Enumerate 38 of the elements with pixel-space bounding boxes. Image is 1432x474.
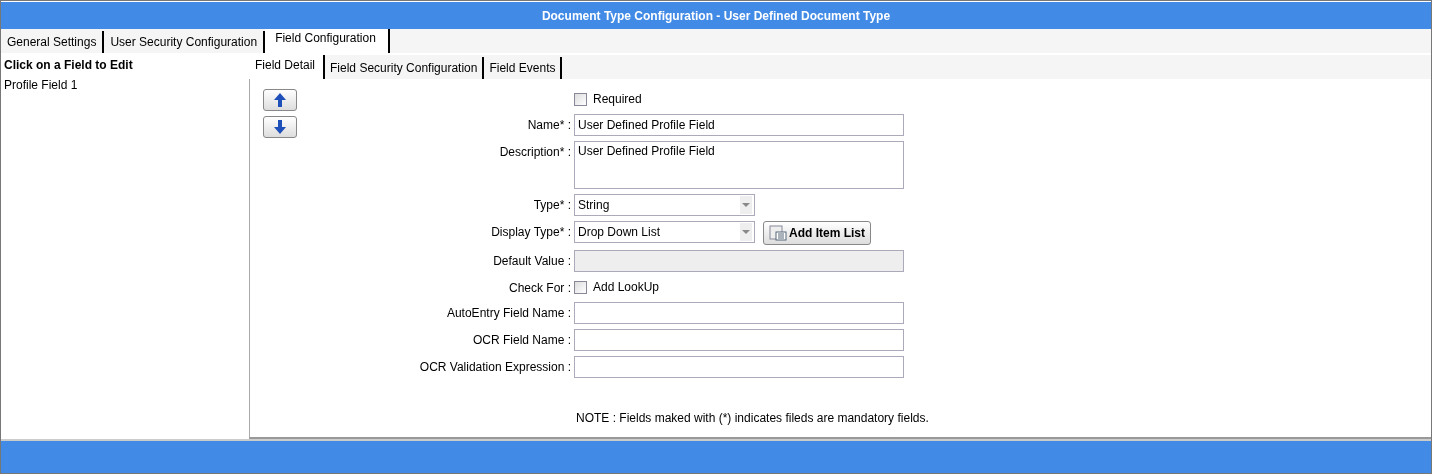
up-arrow-icon (273, 92, 287, 108)
note-text: NOTE : Fields maked with (*) indicates fileds are mandatory fields. (576, 411, 929, 425)
tab[interactable]: Field Security Configuration (325, 57, 485, 79)
move-up-button[interactable] (263, 89, 297, 111)
input-field[interactable] (574, 329, 904, 351)
input-field[interactable] (574, 356, 904, 378)
add-item-list-button[interactable]: Add Item List (763, 221, 871, 245)
dropdown[interactable]: Drop Down List (574, 221, 755, 243)
tab[interactable]: Field Detail (249, 55, 326, 79)
input-field[interactable] (574, 250, 904, 272)
checkbox-label: Required (593, 92, 642, 106)
window-title: Document Type Configuration - User Defined Document Type (1, 2, 1431, 29)
field-label: Default Value : (493, 254, 571, 268)
field-label: AutoEntry Field Name : (446, 306, 571, 320)
dropdown[interactable]: String (574, 194, 755, 216)
list-icon (769, 225, 787, 241)
field-label: Check For : (509, 281, 571, 295)
field-label: Name* : (527, 118, 571, 132)
checkbox-label: Add LookUp (593, 280, 660, 294)
dropdown-arrow-icon (742, 230, 750, 235)
tab[interactable]: Field Events (484, 57, 563, 79)
input-field[interactable]: User Defined Profile Field (574, 114, 904, 136)
tab[interactable]: General Settings (1, 31, 105, 53)
checkbox[interactable] (574, 92, 587, 106)
field-list-item[interactable]: Profile Field 1 (1, 75, 249, 95)
checkbox[interactable] (574, 280, 587, 294)
field-label: OCR Validation Expression : (419, 360, 571, 374)
text-area[interactable]: User Defined Profile Field (574, 141, 904, 189)
down-arrow-icon (273, 119, 287, 135)
move-down-button[interactable] (263, 116, 297, 138)
field-label: Display Type* : (491, 225, 571, 239)
sidebar-heading: Click on a Field to Edit (3, 57, 134, 74)
input-field[interactable] (574, 302, 904, 324)
tab[interactable]: Field Configuration (265, 29, 390, 53)
field-label: Description* : (499, 145, 571, 159)
field-label: OCR Field Name : (472, 333, 571, 347)
dropdown-arrow-icon (742, 203, 750, 208)
field-label: Type* : (533, 198, 571, 212)
